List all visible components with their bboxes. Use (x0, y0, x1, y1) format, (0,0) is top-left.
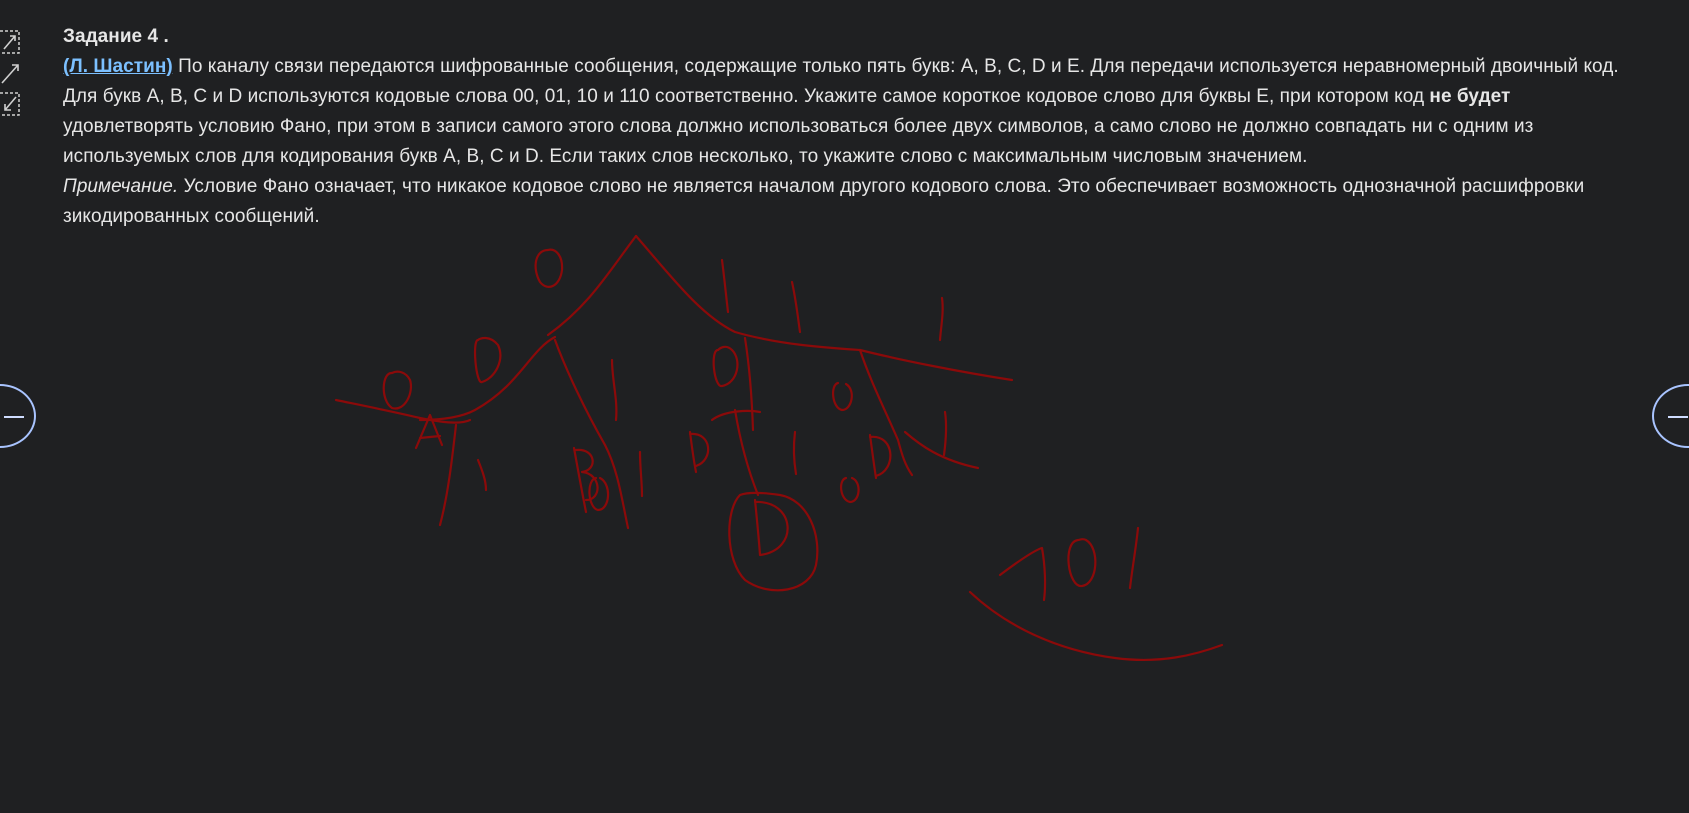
next-page-button[interactable] (1652, 384, 1689, 448)
digit-1-top-b (790, 280, 802, 334)
digit-0-mid2 (712, 345, 739, 388)
circled-D (728, 491, 819, 592)
tree-sub-left (553, 338, 630, 530)
tree-line-D (710, 408, 762, 497)
digit-1-top-c (938, 296, 944, 342)
author-link[interactable]: (Л. Шастин) (63, 56, 173, 77)
letter-D-mid (688, 430, 710, 474)
expand-icon[interactable] (0, 30, 20, 54)
tree-branch-left (546, 234, 638, 337)
pencil-icon[interactable] (0, 61, 20, 85)
digit-1-top-a (720, 258, 730, 314)
task-text-part2: удовлетворять условию Фано, при этом в з… (63, 116, 1534, 167)
digit-1-right3 (942, 410, 948, 457)
digit-0-101 (1067, 538, 1097, 588)
tree-sub-mid (743, 336, 755, 432)
underline-101 (968, 590, 1224, 661)
digit-0-left2 (473, 336, 502, 384)
letter-B (572, 446, 599, 514)
tree-line-left3 (334, 398, 472, 424)
collapse-icon[interactable] (0, 92, 20, 116)
task-text-part1: По каналу связи передаются шифрованные с… (63, 56, 1619, 107)
digit-0-left3 (382, 370, 413, 410)
digit-1-B (638, 450, 644, 498)
task-note: Примечание. Условие Фано означает, что н… (63, 172, 1633, 232)
task-statement: (Л. Шастин) По каналу связи передаются ш… (63, 52, 1633, 172)
tool-strip (0, 30, 22, 123)
tree-line-right3 (903, 430, 980, 470)
letter-A (414, 413, 444, 450)
digit-1-D (792, 430, 798, 476)
digit-1-101a (998, 546, 1047, 602)
letter-D-right (868, 433, 892, 480)
tree-branch-mid-left (418, 335, 557, 422)
task-block: Задание 4 . (Л. Шастин) По каналу связи … (63, 22, 1633, 232)
digit-0-B (588, 476, 610, 512)
digit-0-right3 (840, 476, 860, 504)
previous-page-button[interactable] (0, 384, 36, 448)
note-label: Примечание. (63, 176, 179, 197)
note-text: Условие Фано означает, что никакое кодов… (63, 176, 1585, 227)
digit-1-mid2 (610, 358, 618, 422)
task-emphasis: не будет (1429, 86, 1511, 107)
tree-line-A (438, 423, 458, 527)
task-title: Задание 4 . (63, 26, 169, 47)
letter-D-circled (753, 498, 789, 557)
digit-0-top (534, 248, 564, 288)
digit-1-A (476, 458, 488, 492)
tree-sub-right (858, 348, 914, 477)
digit-0-right2 (832, 381, 853, 412)
digit-1-101b (1128, 526, 1140, 590)
tree-branch-right (634, 234, 1014, 382)
